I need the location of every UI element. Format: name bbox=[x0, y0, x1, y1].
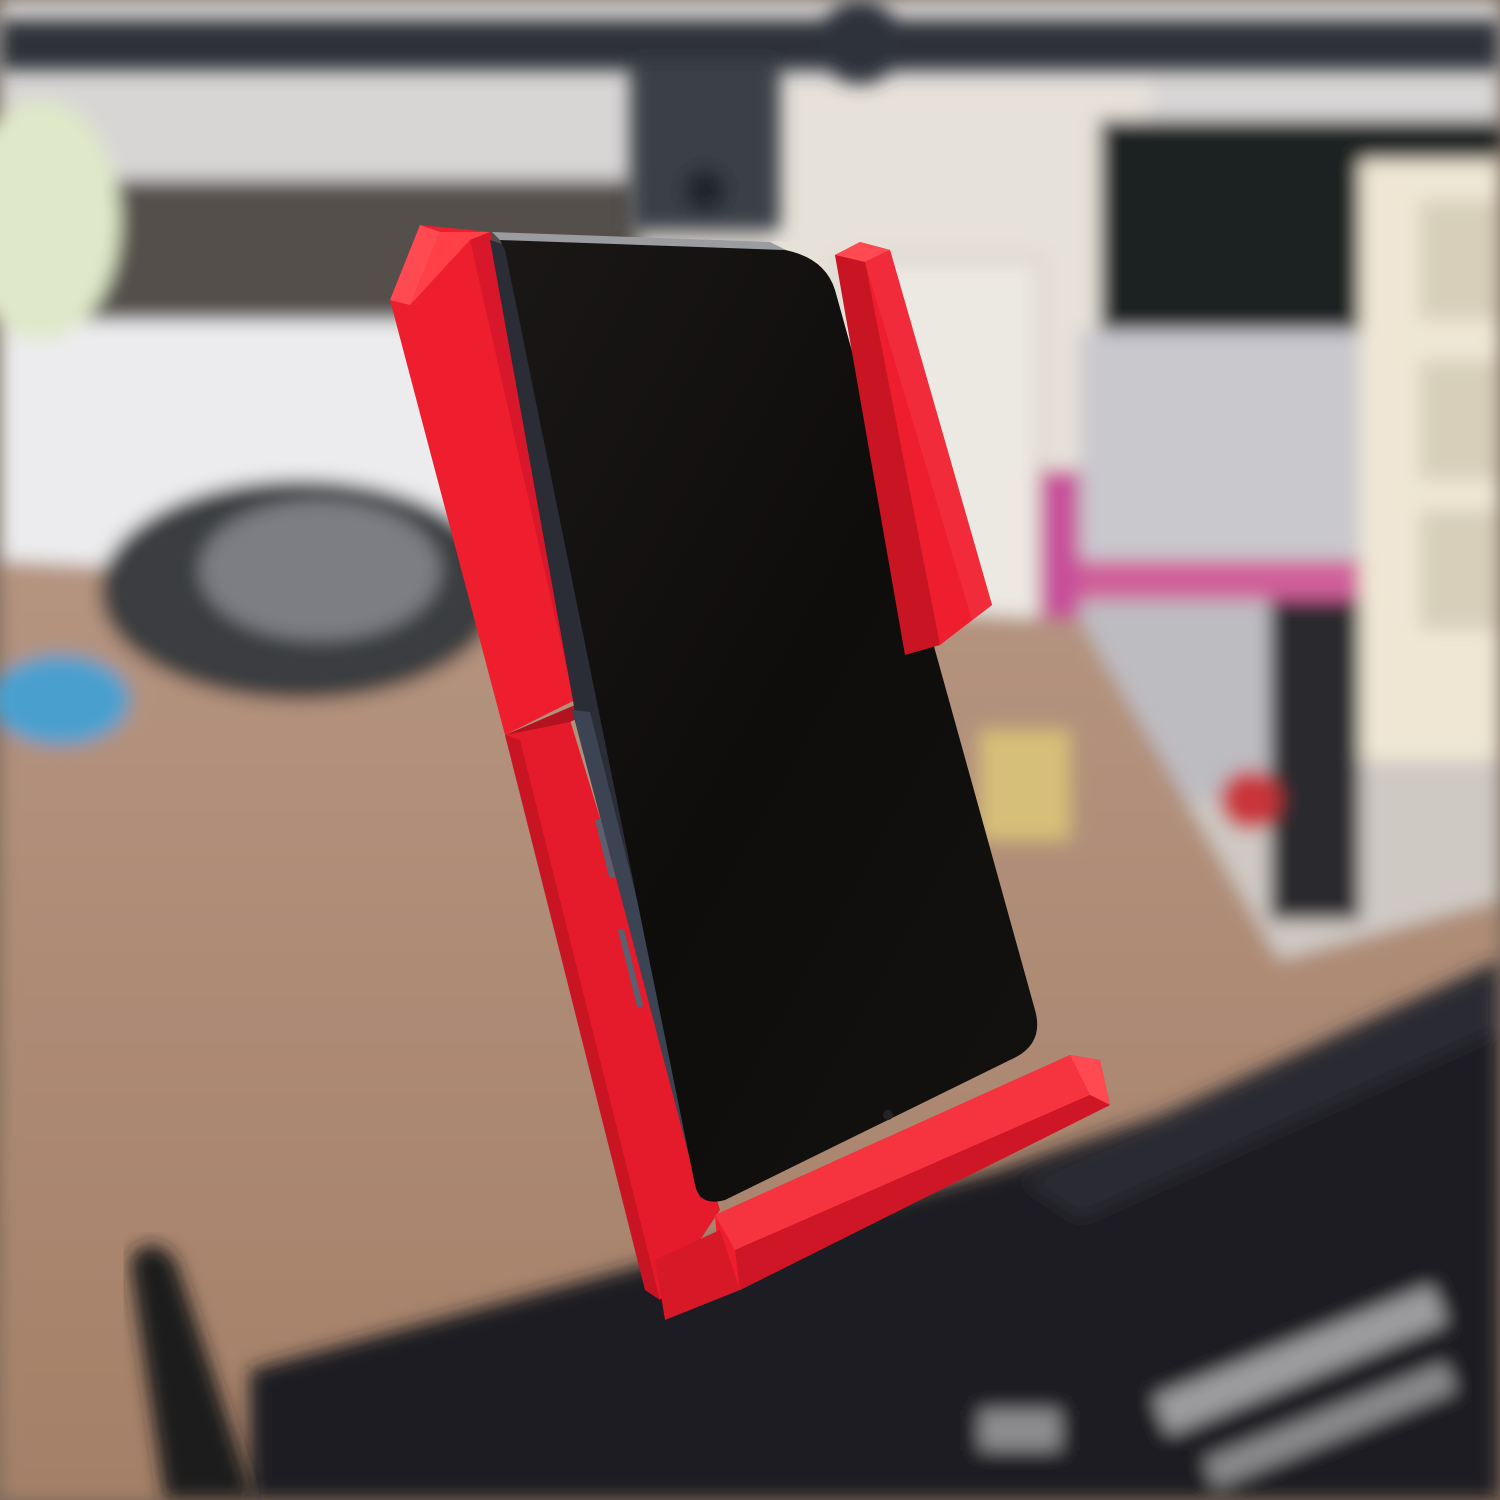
shelf-cubby bbox=[1420, 360, 1500, 480]
front-camera bbox=[883, 1110, 893, 1120]
scene-illustration bbox=[0, 0, 1500, 1500]
trash-bag-highlight bbox=[200, 500, 440, 640]
small-box bbox=[980, 730, 1070, 840]
dark-bottle bbox=[1270, 600, 1360, 920]
photo-scene bbox=[0, 0, 1500, 1500]
shelf-cubby bbox=[1420, 200, 1500, 320]
red-cap bbox=[1220, 770, 1280, 830]
shelf-cubby bbox=[1420, 510, 1500, 630]
